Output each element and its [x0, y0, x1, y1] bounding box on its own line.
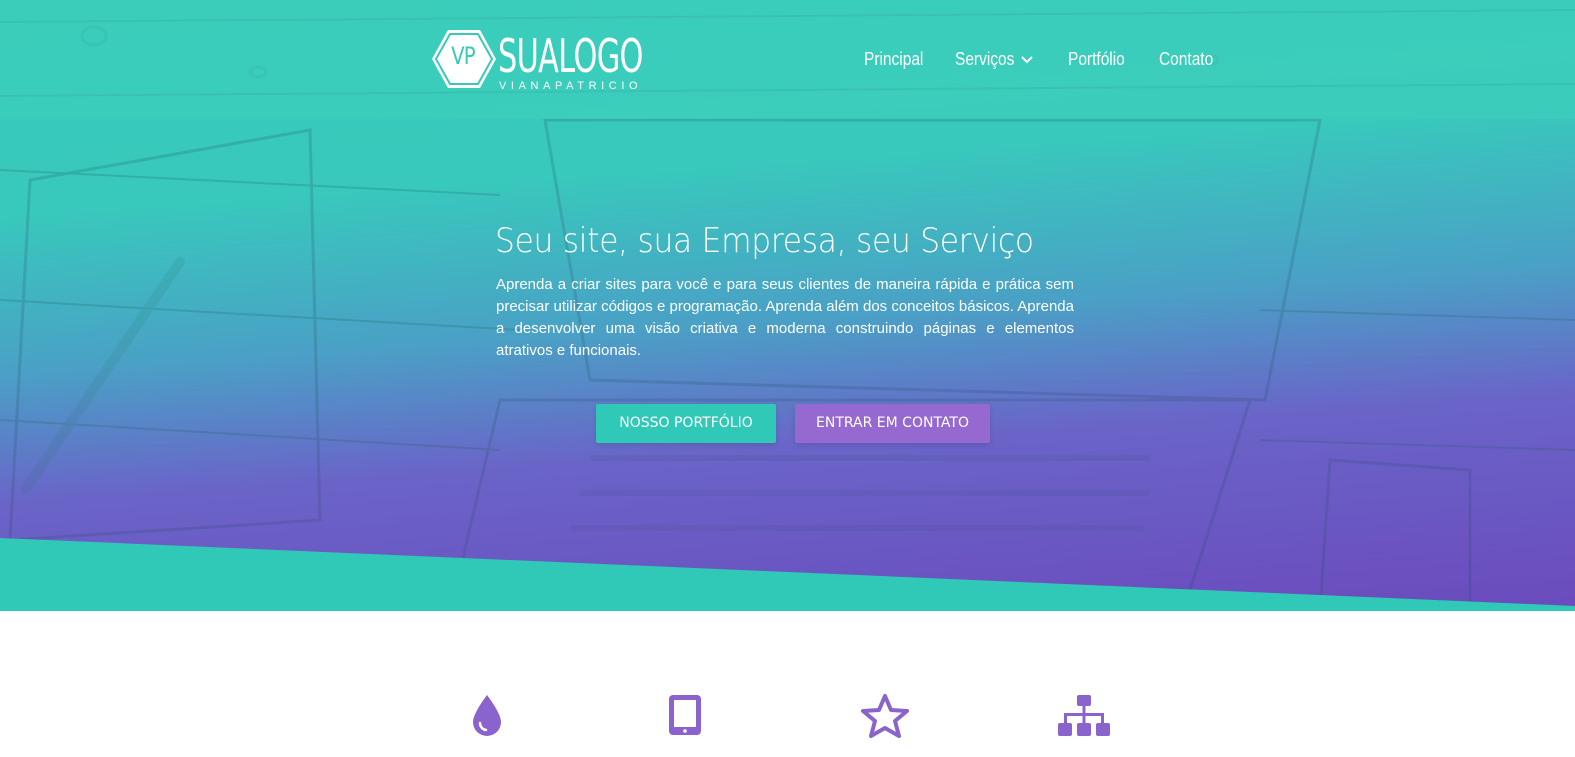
sitemap-icon	[1058, 695, 1110, 736]
nav-item-servicos[interactable]: Serviços	[955, 46, 1014, 72]
nav-item-contato[interactable]: Contato	[1159, 46, 1213, 72]
logo-name: SUALOGO	[498, 29, 643, 83]
tablet-icon	[669, 695, 701, 735]
portfolio-button[interactable]: NOSSO PORTFÓLIO	[596, 404, 776, 443]
hero-description: Aprenda a criar sites para você e para s…	[496, 276, 1074, 359]
hero-title: Seu site, sua Empresa, seu Serviço	[495, 221, 1034, 261]
nav-item-principal[interactable]: Principal	[864, 46, 923, 72]
chevron-down-icon[interactable]	[1020, 54, 1034, 66]
logo-tagline: VIANAPATRICIO	[499, 80, 643, 92]
nav-item-portfolio[interactable]: Portfólio	[1068, 46, 1125, 72]
logo-initials: VP	[451, 42, 476, 70]
contact-button[interactable]: ENTRAR EM CONTATO	[795, 404, 990, 443]
drop-icon	[473, 695, 501, 736]
star-icon	[861, 694, 909, 738]
site-logo[interactable]: VP SUALOGO VIANAPATRICIO	[431, 28, 651, 98]
hero-section: VP SUALOGO VIANAPATRICIO Principal Servi…	[0, 0, 1575, 611]
features-section	[0, 611, 1575, 757]
